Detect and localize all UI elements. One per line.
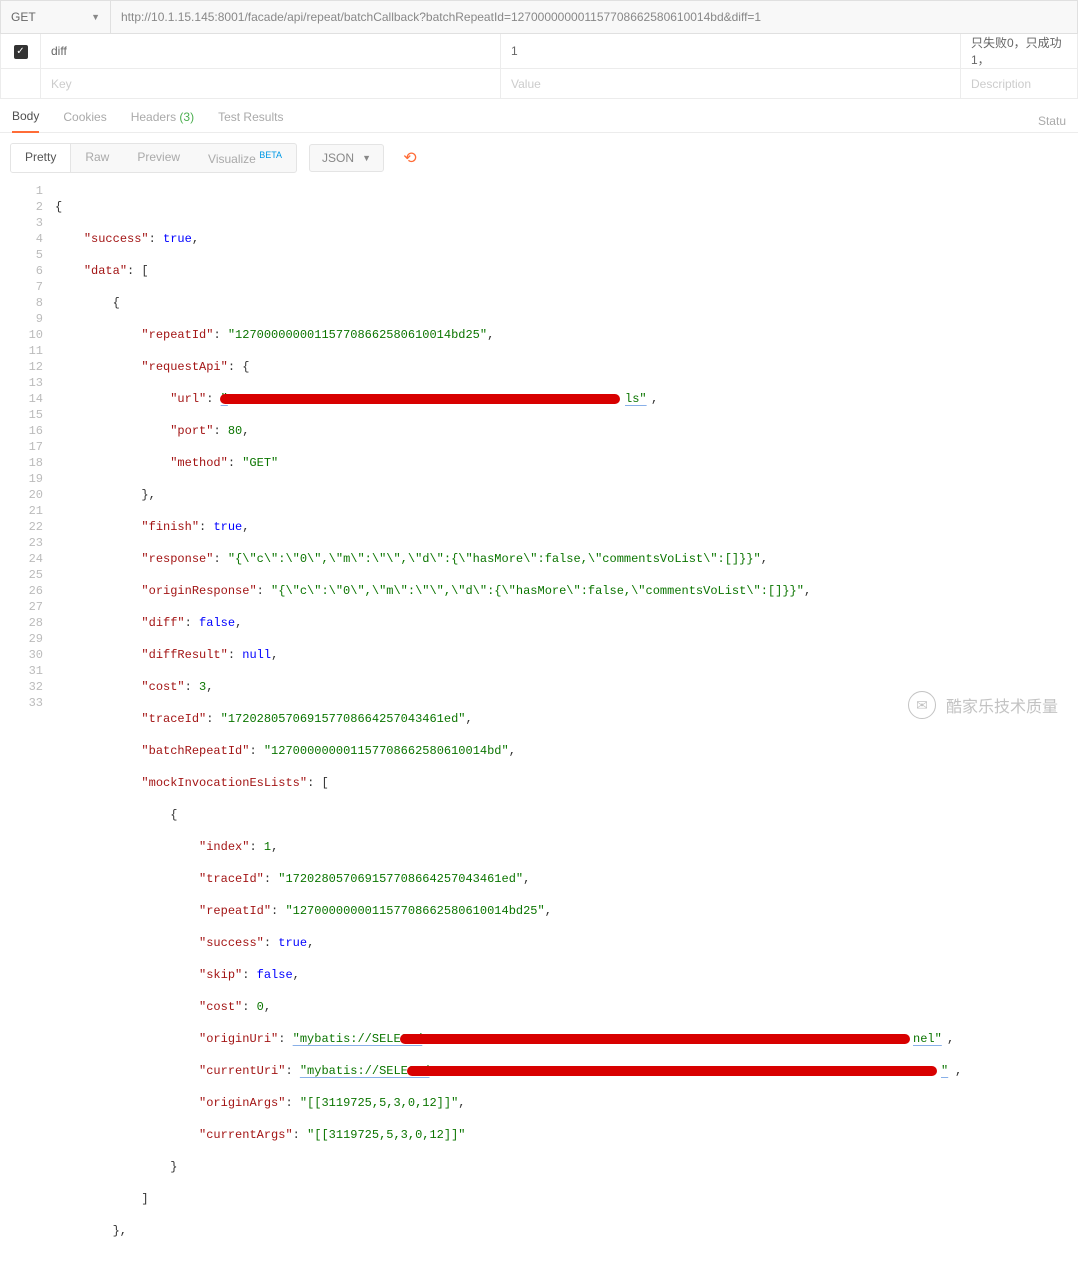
param-checkbox-cell[interactable] bbox=[1, 69, 41, 99]
tab-headers-label: Headers bbox=[131, 110, 176, 124]
table-row[interactable]: ✓ diff 1 只失败0，只成功1， bbox=[1, 34, 1078, 69]
preview-button[interactable]: Preview bbox=[123, 144, 194, 172]
param-value-placeholder[interactable]: Value bbox=[501, 69, 961, 99]
http-method-label: GET bbox=[11, 10, 36, 24]
tab-test-results[interactable]: Test Results bbox=[218, 110, 283, 132]
wechat-icon: ✉ bbox=[908, 691, 936, 719]
pretty-button[interactable]: Pretty bbox=[11, 144, 71, 172]
chevron-down-icon: ▼ bbox=[362, 153, 371, 163]
json-code[interactable]: { "success": true, "data": [ { "repeatId… bbox=[55, 183, 1078, 1271]
response-tabs: Body Cookies Headers (3) Test Results St… bbox=[0, 99, 1078, 133]
wrap-icon: ⟲ bbox=[403, 148, 416, 168]
watermark: ✉ 酷家乐技术质量 bbox=[908, 691, 1058, 719]
param-key-cell[interactable]: diff bbox=[41, 34, 501, 69]
format-dropdown[interactable]: JSON ▼ bbox=[309, 144, 384, 172]
tab-cookies[interactable]: Cookies bbox=[63, 110, 106, 132]
param-checkbox-cell[interactable]: ✓ bbox=[1, 34, 41, 69]
format-label: JSON bbox=[322, 151, 354, 165]
param-desc-cell[interactable]: 只失败0，只成功1， bbox=[961, 34, 1078, 69]
param-key-placeholder[interactable]: Key bbox=[41, 69, 501, 99]
chevron-down-icon: ▼ bbox=[91, 12, 100, 22]
http-method-dropdown[interactable]: GET ▼ bbox=[1, 0, 111, 34]
watermark-text: 酷家乐技术质量 bbox=[946, 693, 1058, 717]
beta-badge: BETA bbox=[259, 150, 282, 160]
wrap-lines-button[interactable]: ⟲ bbox=[394, 143, 426, 173]
visualize-label: Visualize bbox=[208, 152, 256, 166]
request-topbar: GET ▼ bbox=[0, 0, 1078, 34]
line-gutter: 12345 678910 1112131415 1617181920 21222… bbox=[0, 183, 55, 1271]
table-row[interactable]: Key Value Description bbox=[1, 69, 1078, 99]
raw-button[interactable]: Raw bbox=[71, 144, 123, 172]
url-input[interactable] bbox=[111, 0, 1077, 34]
param-value-cell[interactable]: 1 bbox=[501, 34, 961, 69]
response-toolbar: Pretty Raw Preview Visualize BETA JSON ▼… bbox=[0, 133, 1078, 183]
param-desc-placeholder[interactable]: Description bbox=[961, 69, 1078, 99]
status-label: Statu bbox=[1038, 114, 1066, 128]
tab-headers[interactable]: Headers (3) bbox=[131, 110, 194, 132]
params-table: ✓ diff 1 只失败0，只成功1， Key Value Descriptio… bbox=[0, 34, 1078, 99]
tab-body[interactable]: Body bbox=[12, 109, 39, 133]
check-icon: ✓ bbox=[14, 45, 28, 59]
visualize-button[interactable]: Visualize BETA bbox=[194, 144, 296, 172]
tab-headers-count: (3) bbox=[179, 110, 194, 124]
view-mode-group: Pretty Raw Preview Visualize BETA bbox=[10, 143, 297, 173]
response-body[interactable]: 12345 678910 1112131415 1617181920 21222… bbox=[0, 183, 1078, 1271]
